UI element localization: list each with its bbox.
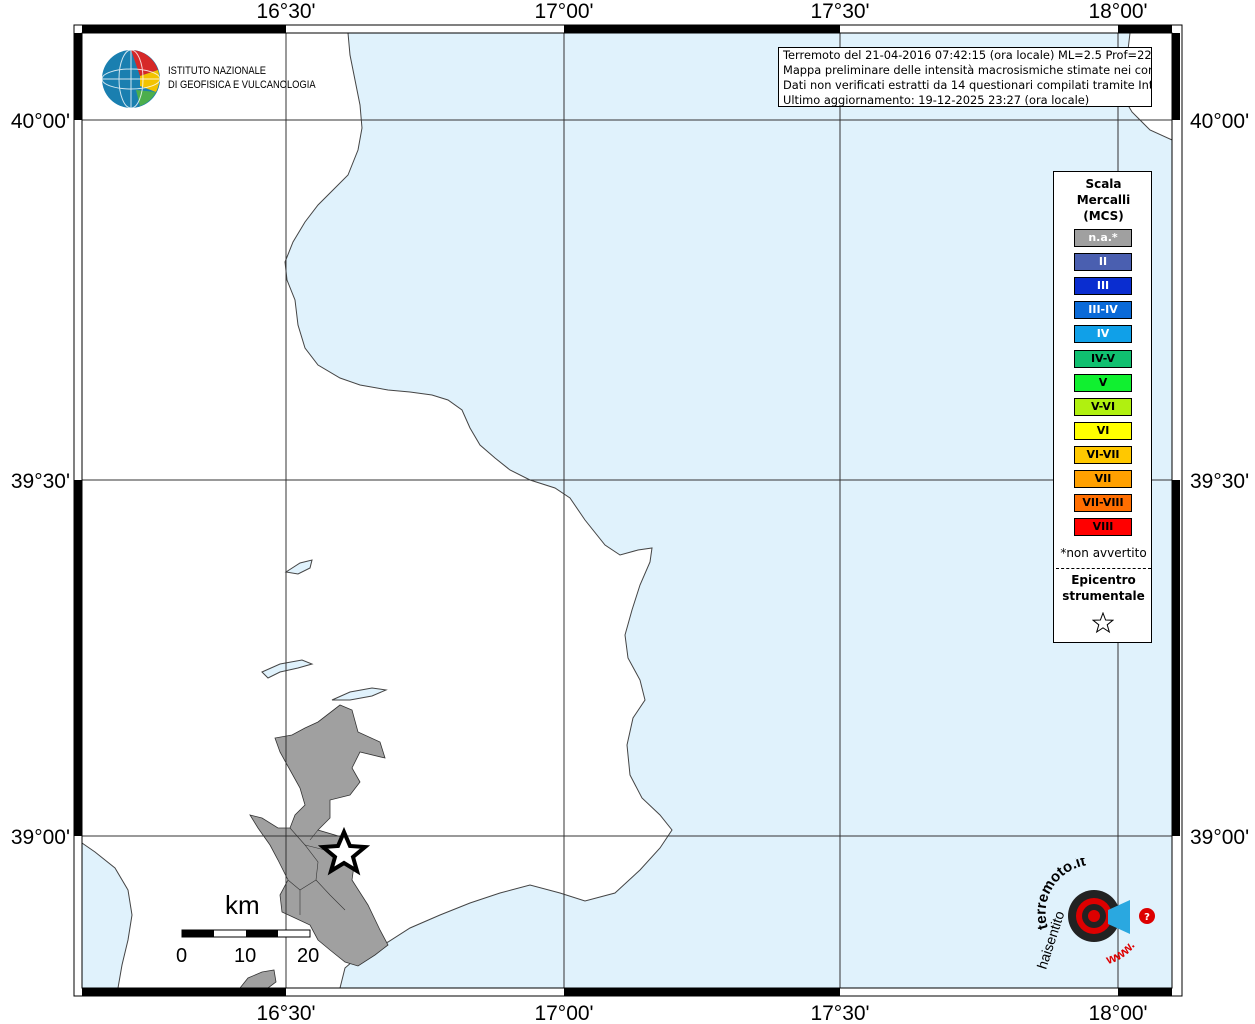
legend-swatch: VIII <box>1074 518 1132 537</box>
lon-label-bottom: 18°00' <box>1088 1002 1147 1024</box>
legend-swatch: VI <box>1074 421 1132 440</box>
legend-swatch: VII <box>1074 470 1132 488</box>
mcs-legend: Scala Mercalli (MCS) n.a.* II III III-IV IV I… <box>1053 171 1152 643</box>
legend-swatch: VII-VIII <box>1074 494 1132 513</box>
event-info-box: Terremoto del 21-04-2016 07:42:15 (ora l… <box>778 47 1152 107</box>
legend-swatch: II <box>1074 253 1132 272</box>
epicenter-label-line: Epicentro <box>1071 573 1136 587</box>
legend-swatch: III-IV <box>1074 301 1132 320</box>
epicenter-label-line: strumentale <box>1062 589 1145 603</box>
event-title: Terremoto del 21-04-2016 07:42:15 (ora l… <box>783 48 1152 62</box>
legend-swatch: V-VI <box>1074 397 1132 416</box>
badge-text-bottom: www. <box>1103 938 1138 967</box>
lon-label-top: 18°00' <box>1088 0 1147 23</box>
ingv-name-line2: DI GEOFISICA E VULCANOLOGIA <box>168 79 316 91</box>
lat-label-right: 39°00' <box>1190 826 1249 849</box>
scale-unit: km <box>225 890 260 920</box>
globe-icon <box>101 49 161 109</box>
lat-label-right: 40°00' <box>1190 110 1249 133</box>
scale-tick-20: 20 <box>297 945 320 967</box>
lon-label-top: 17°00' <box>534 0 593 23</box>
map-description: Mappa preliminare delle intensità macros… <box>783 63 1152 77</box>
lon-label-bottom: 16°30' <box>256 1002 315 1024</box>
not-felt-note: *non avvertito <box>1060 546 1147 560</box>
legend-swatch: III <box>1074 277 1132 296</box>
lat-label-right: 39°30' <box>1190 470 1249 493</box>
legend-swatch: IV-V <box>1074 349 1132 368</box>
scale-tick-0: 0 <box>176 945 188 967</box>
legend-title-line: Mercalli <box>1076 193 1131 207</box>
ingv-name: ISTITUTO NAZIONALE DI GEOFISICA E VULCAN… <box>168 64 316 92</box>
last-update: Ultimo aggiornamento: 19-12-2025 23:27 (… <box>783 93 1090 107</box>
lon-label-top: 16°30' <box>256 0 315 23</box>
ingv-name-line1: ISTITUTO NAZIONALE <box>168 65 267 77</box>
legend-title-line: Scala <box>1085 177 1122 191</box>
legend-title: Scala Mercalli (MCS) <box>1054 176 1153 224</box>
legend-swatch: V <box>1074 373 1132 392</box>
haisentito-logo[interactable]: terremoto.it haisentito www. ? <box>1030 858 1158 976</box>
legend-swatch: VI-VII <box>1074 445 1132 464</box>
lat-label-left: 40°00' <box>11 110 70 133</box>
data-source-note: Dati non verificati estratti da 14 quest… <box>783 78 1152 92</box>
lat-label-left: 39°30' <box>11 470 70 493</box>
legend-title-line: (MCS) <box>1083 209 1124 223</box>
epicenter-legend-label: Epicentro strumentale <box>1054 572 1153 604</box>
lon-label-bottom: 17°30' <box>810 1002 869 1024</box>
scale-bar: km 0 10 20 <box>170 890 330 970</box>
lon-label-top: 17°30' <box>810 0 869 23</box>
megaphone-icon: ? <box>1068 890 1155 942</box>
legend-swatch: n.a.* <box>1074 229 1132 247</box>
legend-swatch: IV <box>1074 325 1132 344</box>
svg-text:?: ? <box>1144 912 1150 923</box>
scale-ruler <box>181 929 311 938</box>
scale-tick-10: 10 <box>234 945 257 967</box>
legend-divider <box>1056 568 1151 569</box>
star-outline-icon <box>1092 612 1114 634</box>
lon-label-bottom: 17°00' <box>534 1002 593 1024</box>
ingv-logo: ISTITUTO NAZIONALE DI GEOFISICA E VULCAN… <box>100 48 330 110</box>
lat-label-left: 39°00' <box>11 826 70 849</box>
